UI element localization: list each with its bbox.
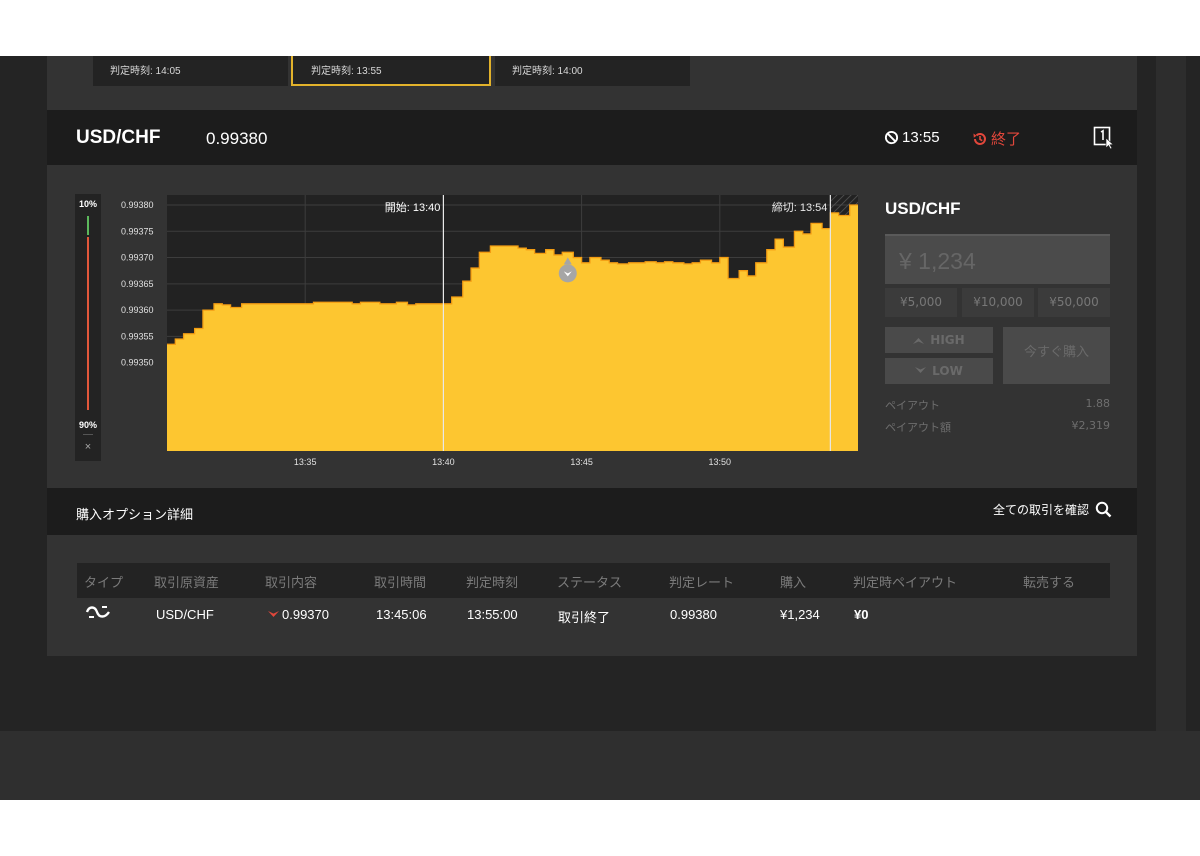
chevron-up-icon	[913, 338, 925, 344]
payout-amount-row: ペイアウト額 ¥2,319	[885, 419, 1110, 435]
trade-status-label: 終了	[991, 130, 1022, 148]
y-tick-label: 0.99380	[121, 200, 154, 210]
expiry-slot-1405[interactable]: 判定時刻: 14:05	[93, 56, 288, 86]
gauge-high-bar	[87, 216, 89, 236]
column-header-status: ステータス	[557, 576, 623, 591]
low-direction-icon	[268, 610, 279, 617]
trades-table-header: タイプ 取引原資産 取引内容 取引時間 判定時刻 ステータス 判定レート 購入 …	[77, 563, 1110, 598]
amount-input[interactable]: ¥ 1,234	[885, 234, 1110, 284]
asset-pair: USD/CHF	[76, 127, 161, 148]
history-icon	[973, 132, 986, 145]
gauge-divider	[83, 434, 93, 435]
purchase-details-title: 購入オプション詳細	[76, 508, 194, 523]
current-rate: 0.99380	[206, 129, 268, 148]
row-expiry-rate: 0.99380	[670, 607, 717, 622]
row-purchase: ¥1,234	[780, 607, 820, 622]
row-asset: USD/CHF	[156, 607, 214, 622]
expiry-clock-time: 13:55	[902, 129, 940, 146]
expiry-slot-label: 判定時刻: 14:05	[110, 66, 181, 77]
quick-amount-50000[interactable]: ¥50,000	[1038, 288, 1110, 317]
expiry-slot-1400[interactable]: 判定時刻: 14:00	[495, 56, 690, 86]
asset-header: USD/CHF 0.99380 13:55 終了	[47, 110, 1137, 165]
start-marker-label: 開始: 13:40	[385, 200, 441, 214]
expiry-slot-label: 判定時刻: 14:00	[512, 66, 583, 77]
column-header-trade-time: 取引時間	[374, 576, 427, 591]
purchase-details-bar: 購入オプション詳細 全ての取引を確認	[47, 488, 1137, 535]
x-tick-label: 13:50	[709, 457, 732, 467]
low-button[interactable]: LOW	[885, 358, 993, 384]
y-tick-label: 0.99355	[121, 331, 154, 341]
search-icon	[1095, 501, 1112, 518]
x-tick-label: 13:40	[432, 457, 455, 467]
gauge-low-share: 90%	[78, 420, 97, 430]
expiry-slot-1355[interactable]: 判定時刻: 13:55	[291, 56, 491, 86]
view-all-trades-label: 全ての取引を確認	[992, 503, 1089, 517]
row-trade-time: 13:45:06	[376, 607, 427, 622]
high-low-type-icon	[85, 606, 110, 618]
chevron-down-icon	[915, 367, 927, 373]
trade-panel-pair: USD/CHF	[885, 199, 961, 218]
column-header-resell: 転売する	[1023, 576, 1076, 591]
y-tick-label: 0.99360	[121, 305, 154, 315]
x-axis-ticks: 13:35 13:40 13:45 13:50	[294, 457, 731, 467]
payout-amount-label: ペイアウト額	[885, 421, 951, 434]
single-view-toggle[interactable]	[1093, 126, 1115, 154]
close-marker-label: 締切: 13:54	[772, 200, 828, 214]
payout-value: 1.88	[1085, 397, 1111, 410]
price-chart: 開始: 13:40 締切: 13:54 0.99380 0.99375 0.9937…	[121, 195, 858, 467]
y-tick-label: 0.99375	[121, 226, 154, 236]
column-header-expiry-rate: 判定レート	[669, 576, 735, 591]
trade-status: 終了	[972, 128, 1021, 149]
x-tick-label: 13:45	[570, 457, 593, 467]
right-side-strip	[1156, 56, 1186, 731]
gauge-close-button[interactable]: ×	[75, 441, 101, 453]
row-expiry-time: 13:55:00	[467, 607, 518, 622]
gauge-low-bar	[87, 237, 89, 410]
gauge-high-share: 10%	[78, 199, 97, 209]
column-header-direction: 取引内容	[265, 576, 318, 591]
y-tick-label: 0.99350	[121, 358, 154, 368]
payout-row: ペイアウト 1.88	[885, 397, 1110, 413]
high-button[interactable]: HIGH	[885, 327, 993, 353]
quick-amount-10000[interactable]: ¥10,000	[962, 288, 1034, 317]
column-header-expiry-time: 判定時刻	[466, 576, 519, 591]
y-tick-label: 0.99365	[121, 279, 154, 289]
row-payout: ¥0	[854, 607, 869, 622]
row-direction: 0.99370	[268, 607, 329, 622]
row-direction-rate: 0.99370	[282, 607, 329, 622]
y-axis-ticks: 0.99380 0.99375 0.99370 0.99365 0.99360 0.993…	[121, 200, 154, 368]
buy-now-button[interactable]: 今すぐ購入	[1003, 327, 1110, 384]
x-tick-label: 13:35	[294, 457, 317, 467]
payout-amount-value: ¥2,319	[1071, 419, 1111, 432]
column-header-asset: 取引原資産	[154, 576, 220, 591]
low-button-label: LOW	[932, 364, 963, 378]
y-tick-label: 0.99370	[121, 253, 154, 263]
sentiment-gauge: 10% 90% ×	[75, 194, 101, 461]
column-header-purchase: 購入	[780, 576, 807, 591]
column-header-payout: 判定時ペイアウト	[853, 576, 958, 591]
row-status: 取引終了	[558, 611, 611, 626]
view-all-trades-link[interactable]: 全ての取引を確認	[993, 501, 1112, 518]
quick-amount-5000[interactable]: ¥5,000	[885, 288, 957, 317]
column-header-type: タイプ	[84, 576, 124, 591]
high-button-label: HIGH	[930, 333, 965, 347]
payout-label: ペイアウト	[885, 399, 940, 412]
footer-band	[0, 731, 1200, 800]
expiry-clock: 13:55	[884, 129, 940, 146]
window-one-icon	[1093, 126, 1115, 150]
expiry-slot-label: 判定時刻: 13:55	[311, 66, 382, 77]
no-entry-icon	[884, 130, 899, 145]
